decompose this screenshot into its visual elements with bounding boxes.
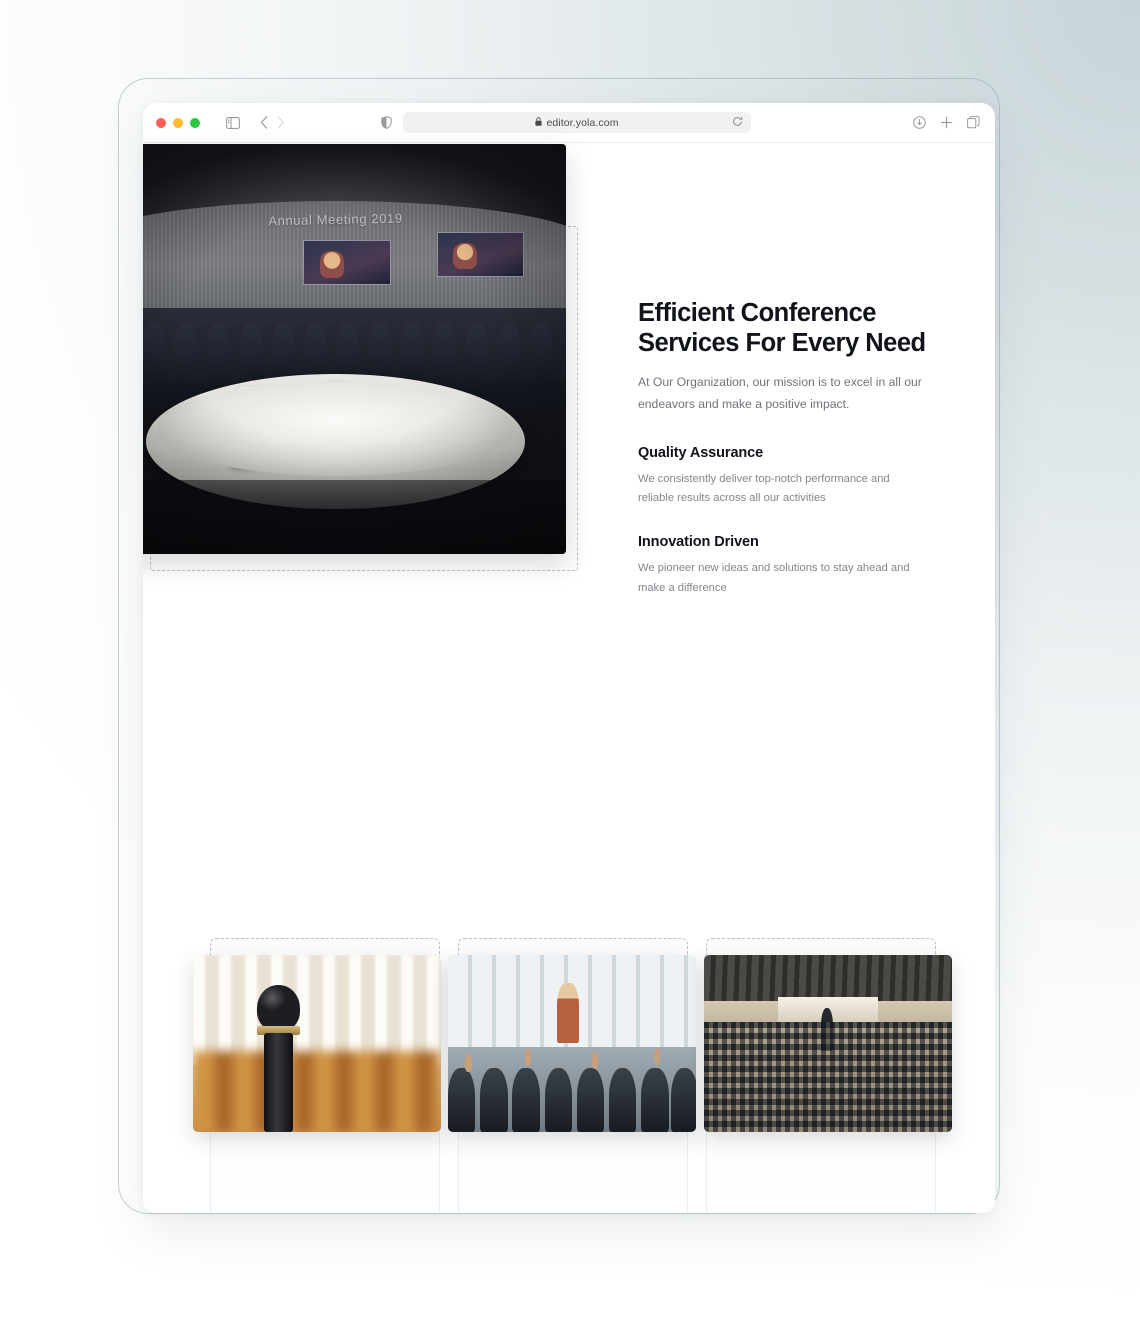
service-card-expert-guidance: Expert Guidance Our experienced team is …: [448, 938, 696, 1213]
feature-title: Innovation Driven: [638, 534, 759, 551]
back-chevron-icon[interactable]: [260, 116, 268, 129]
hero-lede: At Our Organization, our mission is to e…: [638, 375, 922, 411]
url-text: editor.yola.com: [546, 116, 619, 129]
minimize-button[interactable]: [173, 117, 183, 128]
website-canvas: Annual Meeting 2019: [143, 143, 995, 1213]
card-image-auditorium[interactable]: [704, 955, 952, 1132]
sidebar-toggle-icon[interactable]: [226, 116, 240, 129]
downloads-icon[interactable]: [913, 116, 926, 129]
url-text-wrapper: editor.yola.com: [535, 117, 618, 129]
card-image-microphone[interactable]: [193, 955, 441, 1132]
reload-icon[interactable]: [732, 114, 743, 132]
new-tab-plus-icon[interactable]: [940, 116, 953, 129]
feature-innovation-driven: Innovation Driven We pioneer new ideas a…: [638, 534, 928, 598]
tab-overview-icon[interactable]: [967, 116, 980, 129]
forward-chevron-icon[interactable]: [277, 116, 285, 129]
browser-toolbar: editor.yola.com: [143, 103, 995, 143]
close-button[interactable]: [156, 117, 166, 128]
lock-icon: [535, 116, 543, 129]
service-card-comprehensive-support: Comprehensive Support We offer extensive…: [704, 938, 952, 1213]
feature-text: We consistently deliver top-notch perfor…: [638, 472, 890, 505]
feature-title: Quality Assurance: [638, 444, 764, 461]
hero-text-block: Efficient Conference Services For Every …: [638, 298, 928, 598]
hero-image-slot[interactable]: Annual Meeting 2019: [143, 144, 578, 571]
toolbar-right-icons[interactable]: [913, 116, 980, 129]
browser-window: editor.yola.com Efficient Conference Ser…: [143, 103, 995, 1213]
service-card-custom-solutions: Custom Solutions We provide personalized…: [193, 938, 441, 1213]
maximize-button[interactable]: [190, 117, 200, 128]
page-title: Efficient Conference Services For Every …: [638, 299, 926, 358]
privacy-shield-icon[interactable]: [381, 116, 392, 129]
card-image-audience[interactable]: [448, 955, 696, 1132]
service-cards-section: Custom Solutions We provide personalized…: [193, 938, 952, 1213]
hero-image[interactable]: Annual Meeting 2019: [143, 144, 566, 554]
hero-image-scene: Annual Meeting 2019: [143, 144, 566, 554]
navigation-buttons[interactable]: [260, 116, 285, 129]
feature-text: We pioneer new ideas and solutions to st…: [638, 562, 910, 594]
address-bar[interactable]: editor.yola.com: [403, 112, 751, 133]
feature-quality-assurance: Quality Assurance We consistently delive…: [638, 445, 928, 509]
window-controls[interactable]: [156, 117, 200, 128]
